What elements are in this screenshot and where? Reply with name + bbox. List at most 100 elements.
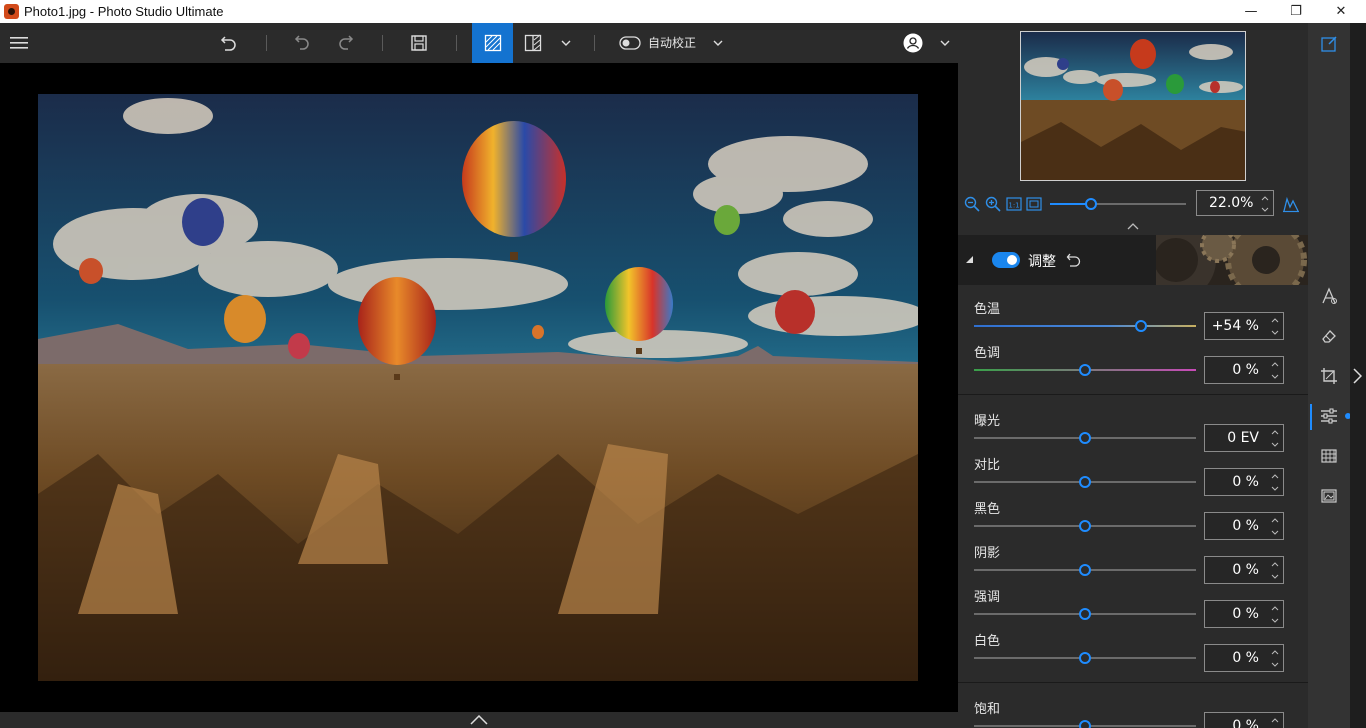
adjust-label: 色温 bbox=[974, 302, 1001, 317]
revert-button[interactable] bbox=[216, 23, 242, 63]
adjust-slider[interactable] bbox=[974, 432, 1196, 444]
value-increase-button[interactable] bbox=[1269, 559, 1281, 570]
eraser-icon[interactable] bbox=[1318, 325, 1340, 347]
reset-icon[interactable] bbox=[1066, 252, 1082, 268]
adjust-slider[interactable] bbox=[974, 320, 1196, 332]
adjust-value-field[interactable]: 0 % bbox=[1204, 644, 1284, 672]
auto-fix-dropdown[interactable] bbox=[708, 23, 728, 63]
value-increase-button[interactable] bbox=[1269, 427, 1281, 438]
adjust-slider[interactable] bbox=[974, 564, 1196, 576]
adjust-value-field[interactable]: 0 % bbox=[1204, 556, 1284, 584]
value-decrease-button[interactable] bbox=[1269, 659, 1281, 670]
chevron-up-icon bbox=[1271, 362, 1279, 367]
chevron-up-icon bbox=[1271, 518, 1279, 523]
slider-knob[interactable] bbox=[1079, 476, 1091, 488]
adjust-sliders-icon[interactable] bbox=[1318, 405, 1340, 427]
image-canvas[interactable] bbox=[0, 63, 958, 712]
account-button[interactable] bbox=[900, 23, 926, 63]
value-decrease-button[interactable] bbox=[1269, 527, 1281, 538]
value-increase-button[interactable] bbox=[1269, 359, 1281, 370]
value-decrease-button[interactable] bbox=[1269, 327, 1281, 338]
navigator-thumbnail[interactable] bbox=[1020, 31, 1246, 181]
style-icon[interactable] bbox=[1318, 285, 1340, 307]
chevron-down-icon bbox=[561, 40, 571, 46]
slider-knob[interactable] bbox=[1079, 432, 1091, 444]
zoom-in-icon[interactable] bbox=[985, 196, 1001, 212]
compare-view-button[interactable] bbox=[520, 23, 546, 63]
undo-button[interactable] bbox=[290, 23, 316, 63]
adjust-value-field[interactable]: 0 % bbox=[1204, 512, 1284, 540]
zoom-increase-button[interactable] bbox=[1259, 193, 1271, 204]
value-decrease-button[interactable] bbox=[1269, 439, 1281, 450]
adjust-slider[interactable] bbox=[974, 364, 1196, 376]
adjust-value-field[interactable]: 0 % bbox=[1204, 600, 1284, 628]
collapse-triangle-icon[interactable] bbox=[966, 256, 974, 264]
auto-fix-label: 自动校正 bbox=[648, 36, 697, 50]
value-increase-button[interactable] bbox=[1269, 647, 1281, 658]
photo-image[interactable] bbox=[38, 94, 918, 681]
tool-strip bbox=[1308, 23, 1351, 728]
zoom-value-field[interactable]: 22.0% bbox=[1196, 190, 1274, 216]
frame-icon[interactable] bbox=[1318, 485, 1340, 507]
value-increase-button[interactable] bbox=[1269, 471, 1281, 482]
minimize-button[interactable]: — bbox=[1228, 0, 1274, 23]
adjust-value-field[interactable]: 0 % bbox=[1204, 356, 1284, 384]
adjust-enable-toggle[interactable] bbox=[992, 252, 1020, 268]
adjust-slider[interactable] bbox=[974, 608, 1196, 620]
photo-studio-window: Photo1.jpg - Photo Studio Ultimate — ❐ ✕ bbox=[0, 0, 1366, 728]
edit-icon[interactable] bbox=[1318, 33, 1340, 55]
value-decrease-button[interactable] bbox=[1269, 371, 1281, 382]
collapse-navigator-icon[interactable] bbox=[1127, 223, 1139, 230]
slider-knob[interactable] bbox=[1079, 564, 1091, 576]
value-decrease-button[interactable] bbox=[1269, 615, 1281, 626]
zoom-slider[interactable] bbox=[1050, 198, 1186, 210]
adjust-value-field[interactable]: 0 EV bbox=[1204, 424, 1284, 452]
grid-icon[interactable] bbox=[1318, 445, 1340, 467]
value-decrease-button[interactable] bbox=[1269, 483, 1281, 494]
restore-button[interactable]: ❐ bbox=[1273, 0, 1319, 23]
expand-panel-strip[interactable] bbox=[1350, 23, 1366, 728]
app-logo-icon bbox=[4, 4, 19, 19]
value-increase-button[interactable] bbox=[1269, 515, 1281, 526]
slider-knob[interactable] bbox=[1079, 652, 1091, 664]
account-dropdown[interactable] bbox=[935, 23, 955, 63]
adjust-value-field[interactable]: +54 % bbox=[1204, 312, 1284, 340]
adjust-value: 0 % bbox=[1232, 650, 1259, 666]
adjust-slider[interactable] bbox=[974, 476, 1196, 488]
value-increase-button[interactable] bbox=[1269, 315, 1281, 326]
adjust-value-field[interactable]: 0 % bbox=[1204, 712, 1284, 728]
toolbar-separator bbox=[456, 35, 457, 51]
histogram-icon[interactable] bbox=[1282, 195, 1300, 213]
zoom-slider-knob[interactable] bbox=[1084, 198, 1097, 210]
adjust-slider[interactable] bbox=[974, 652, 1196, 664]
save-button[interactable] bbox=[406, 23, 432, 63]
filmstrip-toggle-bar[interactable] bbox=[0, 712, 958, 728]
slider-knob[interactable] bbox=[1079, 364, 1091, 376]
zoom-out-icon[interactable] bbox=[964, 196, 980, 212]
adjust-value-field[interactable]: 0 % bbox=[1204, 468, 1284, 496]
adjust-slider[interactable] bbox=[974, 520, 1196, 532]
slider-knob[interactable] bbox=[1134, 320, 1147, 332]
menu-button[interactable] bbox=[6, 23, 32, 63]
zoom-decrease-button[interactable] bbox=[1259, 204, 1271, 215]
fit-to-window-icon[interactable] bbox=[1026, 197, 1042, 211]
value-increase-button[interactable] bbox=[1269, 715, 1281, 726]
toolbar-separator bbox=[266, 35, 267, 51]
single-view-icon bbox=[484, 34, 501, 52]
slider-knob[interactable] bbox=[1079, 608, 1091, 620]
close-button[interactable]: ✕ bbox=[1318, 0, 1364, 23]
auto-fix-toggle[interactable] bbox=[618, 23, 642, 63]
actual-size-icon[interactable]: 1:1 bbox=[1006, 197, 1022, 211]
slider-knob[interactable] bbox=[1079, 720, 1091, 728]
revert-icon bbox=[220, 36, 236, 51]
adjust-label: 色调 bbox=[974, 346, 1001, 361]
slider-knob[interactable] bbox=[1079, 520, 1091, 532]
value-decrease-button[interactable] bbox=[1269, 571, 1281, 582]
redo-button[interactable] bbox=[332, 23, 358, 63]
view-dropdown-button[interactable] bbox=[556, 23, 576, 63]
crop-icon[interactable] bbox=[1318, 365, 1340, 387]
value-increase-button[interactable] bbox=[1269, 603, 1281, 614]
chevron-up-icon bbox=[1271, 650, 1279, 655]
single-view-button[interactable] bbox=[472, 23, 513, 63]
adjust-slider[interactable] bbox=[974, 720, 1196, 728]
